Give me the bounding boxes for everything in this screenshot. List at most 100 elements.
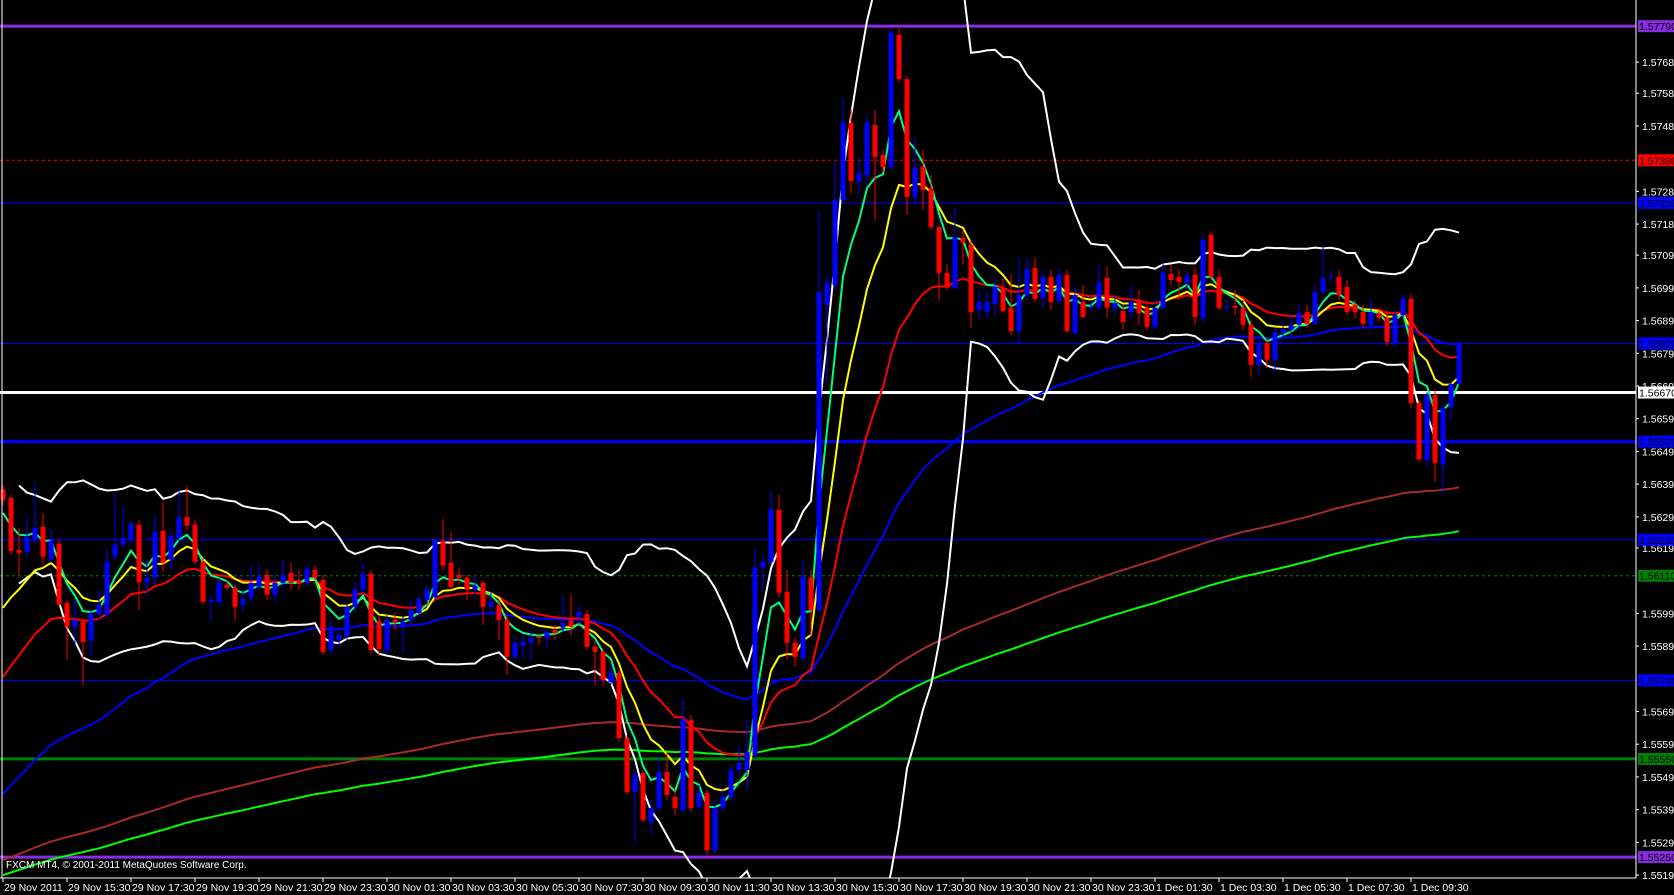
candle[interactable] [728, 764, 734, 801]
candle[interactable] [1200, 232, 1206, 323]
level-label-text: 1.56670 [1639, 388, 1674, 400]
candle[interactable] [1064, 269, 1070, 334]
price-tick-label: 1.55395 [1642, 805, 1674, 817]
candle[interactable] [688, 715, 694, 813]
time-tick-label: 30 Nov 13:30 [772, 882, 835, 894]
price-tick-label: 1.57090 [1642, 250, 1674, 262]
price-tick-label: 1.55195 [1642, 870, 1674, 882]
candle-body [1456, 344, 1462, 385]
candle-body [176, 517, 182, 538]
candle-body [544, 632, 550, 638]
candle-body [72, 619, 78, 627]
candle-body [1048, 276, 1054, 302]
candle-body [952, 236, 958, 288]
candle[interactable] [56, 539, 62, 607]
level-label-text: 1.56520 [1639, 437, 1674, 449]
candle-body [872, 124, 878, 158]
candle-body [40, 526, 46, 557]
candle-body [584, 614, 590, 647]
candle-body [400, 621, 406, 628]
candle-body [456, 574, 462, 578]
candle[interactable] [1416, 400, 1422, 462]
candle[interactable] [624, 735, 630, 795]
candle-body [656, 772, 662, 808]
candle-body [376, 620, 382, 650]
candle-body [0, 489, 6, 500]
candle[interactable] [200, 557, 206, 605]
candle-body [144, 577, 150, 583]
candle[interactable] [432, 537, 438, 600]
candle[interactable] [1424, 392, 1430, 468]
candle-body [24, 536, 30, 552]
candle[interactable] [752, 547, 758, 758]
candle-body [408, 610, 414, 620]
candle[interactable] [384, 614, 390, 655]
level-label-text: 1.55550 [1639, 754, 1674, 766]
candle[interactable] [704, 790, 710, 856]
candle[interactable] [584, 610, 590, 650]
candle[interactable] [712, 800, 718, 856]
candle-body [1376, 313, 1382, 318]
candle-body [976, 301, 982, 311]
candle-body [704, 792, 710, 851]
price-tick-label: 1.57485 [1642, 121, 1674, 133]
candle-body [1336, 276, 1342, 296]
candle-body [1088, 306, 1094, 308]
candle-body [312, 569, 318, 578]
time-tick-label: 30 Nov 01:30 [388, 882, 451, 894]
candle-body [1016, 295, 1022, 332]
candle[interactable] [896, 28, 902, 83]
candle-body [264, 574, 270, 595]
candle-body [1104, 278, 1110, 308]
candle-body [504, 619, 510, 657]
level-price-label: 1.55250 [1638, 851, 1674, 864]
candle-body [936, 227, 942, 273]
time-tick-label: 30 Nov 11:30 [708, 882, 770, 894]
candle[interactable] [8, 494, 14, 555]
candle-body [880, 155, 886, 168]
candle-body [296, 579, 302, 584]
candle[interactable] [368, 569, 374, 654]
candle[interactable] [864, 114, 870, 185]
candle[interactable] [888, 28, 894, 171]
candle-body [32, 527, 38, 540]
candle-body [1112, 302, 1118, 308]
candle-body [440, 540, 446, 566]
price-chart[interactable]: 1.57680 1.57585 1.57485 1.57285 1.57185 1.570… [0, 0, 1674, 895]
candle-body [1288, 324, 1294, 331]
candle-body [648, 807, 654, 823]
time-tick-label: 29 Nov 15:30 [68, 882, 131, 894]
candle[interactable] [344, 601, 350, 640]
candle-body [1368, 312, 1374, 325]
candle-body [1072, 295, 1078, 334]
candle[interactable] [1208, 231, 1214, 281]
candle-body [48, 540, 54, 560]
time-tick-label: 1 Dec 01:30 [1156, 882, 1213, 894]
candle-body [336, 634, 342, 640]
candle-body [1400, 298, 1406, 316]
candle-body [616, 672, 622, 738]
candle-body [1192, 274, 1198, 317]
time-tick-label: 1 Dec 09:30 [1412, 882, 1469, 894]
candle[interactable] [904, 75, 910, 215]
candle[interactable] [192, 519, 198, 565]
level-price-label: 1.57790 [1638, 20, 1674, 33]
candle-body [1040, 276, 1046, 299]
level-label-text: 1.56110 [1639, 571, 1674, 583]
candle[interactable] [1456, 339, 1462, 387]
price-tick-label: 1.55695 [1642, 706, 1674, 718]
candle-body [1392, 315, 1398, 343]
candle[interactable] [640, 770, 646, 823]
candle[interactable] [320, 574, 326, 655]
candle[interactable] [616, 669, 622, 742]
candle[interactable] [776, 494, 782, 598]
candle-body [816, 292, 822, 611]
candle-body [1096, 282, 1102, 308]
candle-body [664, 772, 670, 795]
candle[interactable] [1408, 294, 1414, 408]
candle[interactable] [1392, 310, 1398, 347]
candle-body [624, 737, 630, 792]
candle-body [1240, 307, 1246, 325]
candle[interactable] [1192, 267, 1198, 325]
candle-body [384, 619, 390, 650]
